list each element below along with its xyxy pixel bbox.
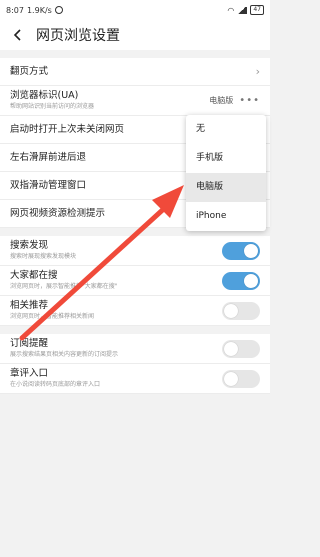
setting-description: 展示搜索结果页相关内容更新的订阅提示 (10, 351, 119, 358)
setting-description: 搜索时展现搜索发现模块 (10, 253, 77, 260)
setting-description: 帮助网站识别当前访问的浏览器 (10, 103, 95, 110)
signal-icon (237, 6, 248, 14)
setting-label: 翻页方式 (10, 65, 49, 77)
related-recommend-toggle[interactable] (222, 301, 260, 320)
chapter-comments-toggle[interactable] (222, 369, 260, 388)
ua-option-none[interactable]: 无 (186, 115, 266, 144)
alarm-icon (54, 6, 63, 14)
setting-description: 浏览网页时，展示智能推荐"大家都在搜" (10, 283, 118, 290)
setting-label: 相关推荐 (10, 300, 49, 311)
app-header: 网页浏览设置 (0, 20, 270, 50)
more-icon[interactable]: ••• (239, 95, 260, 106)
back-arrow-icon[interactable] (10, 27, 26, 43)
setting-related-recommend: 相关推荐 浏览网页时，智能推荐相关新闻 (0, 296, 270, 326)
status-network-speed: 1.9K/s (26, 5, 52, 15)
search-settings-list: 搜索发现 搜索时展现搜索发现模块 大家都在搜 浏览网页时，展示智能推荐"大家都在… (0, 236, 270, 326)
page-title: 网页浏览设置 (36, 28, 120, 44)
ua-option-mobile[interactable]: 手机版 (186, 144, 266, 173)
setting-description: 在小说阅读转码页底部的章评入口 (10, 381, 101, 388)
misc-settings-list: 订阅提醒 展示搜索结果页相关内容更新的订阅提示 章评入口 在小说阅读转码页底部的… (0, 334, 270, 394)
setting-description: 浏览网页时，智能推荐相关新闻 (10, 313, 95, 320)
setting-trending-searches: 大家都在搜 浏览网页时，展示智能推荐"大家都在搜" (0, 266, 270, 296)
setting-page-turn[interactable]: 翻页方式 › (0, 58, 270, 86)
ua-dropdown-menu: 无 手机版 电脑版 iPhone (186, 115, 266, 231)
search-discovery-toggle[interactable] (222, 241, 260, 260)
trending-searches-toggle[interactable] (222, 271, 260, 290)
setting-chapter-comments: 章评入口 在小说阅读转码页底部的章评入口 (0, 364, 270, 394)
setting-user-agent[interactable]: 浏览器标识(UA) 帮助网站识别当前访问的浏览器 电脑版 ••• (0, 86, 270, 116)
setting-subscription-reminder: 订阅提醒 展示搜索结果页相关内容更新的订阅提示 (0, 334, 270, 364)
status-time: 8:07 (6, 5, 24, 15)
setting-label: 搜索发现 (10, 240, 49, 251)
ua-option-desktop[interactable]: 电脑版 (186, 173, 266, 202)
chevron-right-icon: › (255, 65, 260, 78)
setting-label: 章评入口 (10, 368, 49, 379)
subscription-reminder-toggle[interactable] (222, 339, 260, 358)
wifi-icon: ◠ (227, 5, 235, 15)
setting-label: 浏览器标识(UA) (10, 90, 79, 101)
status-bar: 8:07 1.9K/s ◠ 47 (0, 0, 270, 20)
setting-label: 大家都在搜 (10, 270, 58, 281)
setting-search-discovery: 搜索发现 搜索时展现搜索发现模块 (0, 236, 270, 266)
ua-current-value: 电脑版 (209, 96, 234, 105)
battery-icon: 47 (250, 5, 264, 15)
ua-option-iphone[interactable]: iPhone (186, 202, 266, 231)
setting-label: 订阅提醒 (10, 338, 49, 349)
